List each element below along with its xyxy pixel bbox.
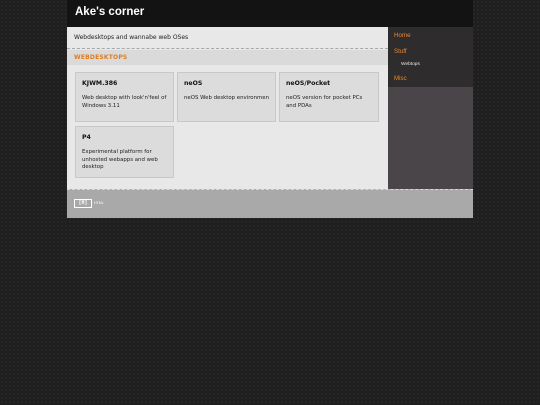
card-title: neOS/Pocket — [286, 80, 331, 87]
card-description: neOS Web desktop environmen — [184, 95, 270, 101]
card-neos[interactable]: neOS neOS Web desktop environmen — [177, 72, 276, 122]
card-kjwm386[interactable]: KJWM.386 Web desktop with look'n'feel of… — [75, 72, 174, 122]
html-badge-icon: [H] — [74, 198, 92, 208]
card-p4[interactable]: P4 Experimental platform for unhosted we… — [75, 126, 174, 178]
site-container: Ake's corner Webdesktops and wannabe web… — [67, 0, 473, 218]
site-title[interactable]: Ake's corner — [75, 6, 144, 18]
sidebar-nav: Home Stuff Webtops Misc — [388, 27, 473, 189]
tagline-bar: Webdesktops and wannabe web OSes — [67, 27, 388, 49]
card-description: Experimental platform for unhosted webap… — [82, 149, 158, 170]
tagline: Webdesktops and wannabe web OSes — [74, 34, 189, 41]
card-description: Web desktop with look'n'feel of Windows … — [82, 95, 167, 109]
main-content: Webdesktops and wannabe web OSes WEBDESK… — [67, 27, 388, 189]
card-title: KJWM.386 — [82, 80, 118, 87]
site-header: Ake's corner — [67, 0, 473, 27]
sidebar-item-misc[interactable]: Misc — [394, 75, 407, 82]
card-neos-pocket[interactable]: neOS/Pocket neOS version for pocket PCs … — [279, 72, 379, 122]
section-header: WEBDESKTOPS — [67, 50, 388, 65]
sidebar-item-home[interactable]: Home — [394, 32, 411, 39]
section-title: WEBDESKTOPS — [74, 54, 128, 61]
sidebar-item-stuff[interactable]: Stuff — [394, 48, 407, 55]
card-title: neOS — [184, 80, 203, 87]
card-title: P4 — [82, 134, 91, 141]
site-footer: [H] HTML — [67, 189, 473, 218]
sidebar-item-webtops[interactable]: Webtops — [401, 62, 420, 67]
card-description: neOS version for pocket PCs and PDAs — [286, 95, 363, 109]
html-validator-badge[interactable]: [H] HTML — [74, 198, 104, 208]
html-badge-text: HTML — [94, 201, 104, 205]
